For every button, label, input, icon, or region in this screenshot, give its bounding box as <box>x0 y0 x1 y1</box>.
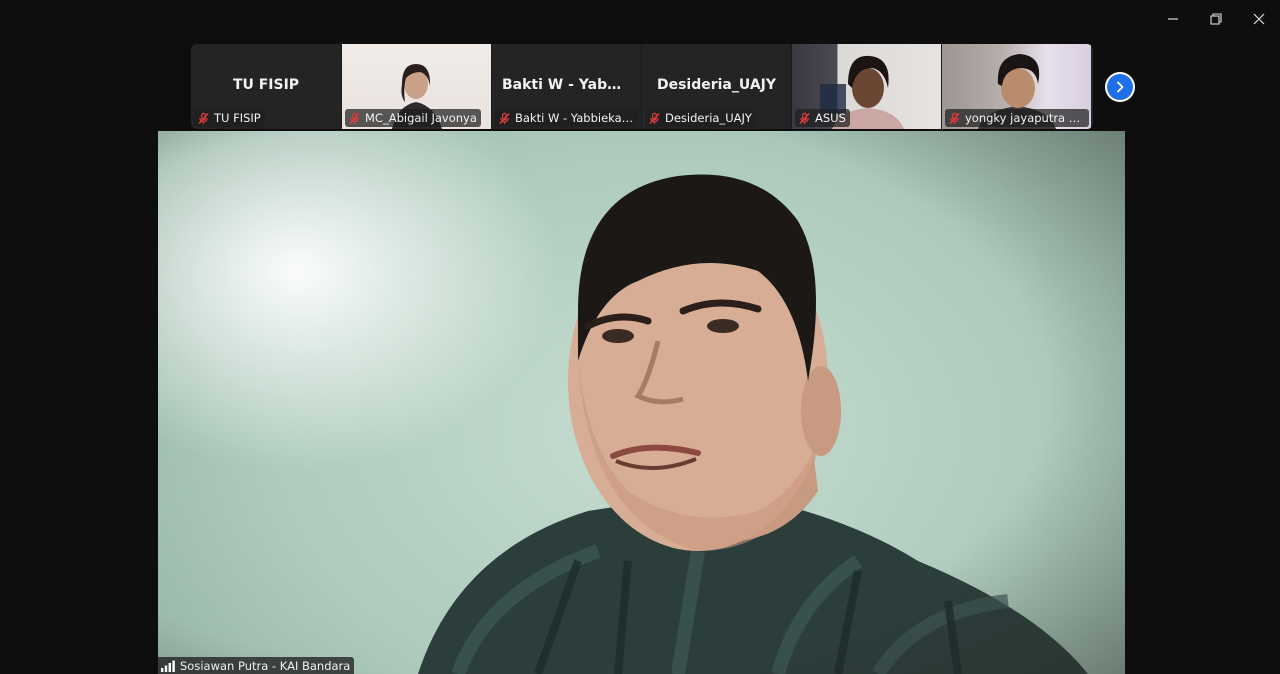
participant-label: yongky jayaputra ma... <box>945 109 1089 127</box>
participant-name: ASUS <box>815 111 846 125</box>
signal-bars-icon <box>161 660 175 672</box>
participant-label: MC_Abigail Javonya <box>345 109 481 127</box>
restore-icon <box>1209 13 1222 25</box>
close-button[interactable] <box>1237 0 1280 38</box>
participant-tile[interactable]: MC_Abigail Javonya <box>341 44 491 129</box>
participant-display-name: TU FISIP <box>232 77 300 93</box>
participant-display-name: Desideria_UAJY <box>656 77 777 93</box>
next-button-inner <box>1107 74 1133 100</box>
participant-label: Bakti W - Yabbiekayu <box>495 109 639 127</box>
participant-tile[interactable]: Bakti W - Yabbi... Bakti W - Yabbiekayu <box>491 44 641 129</box>
participant-name: TU FISIP <box>214 111 261 125</box>
mic-muted-icon <box>649 112 660 124</box>
mic-muted-icon <box>949 112 960 124</box>
participant-tile[interactable]: TU FISIP TU FISIP <box>191 44 341 129</box>
close-icon <box>1253 13 1264 25</box>
next-participants-button[interactable] <box>1105 72 1135 102</box>
mic-muted-icon <box>799 112 810 124</box>
participant-name: yongky jayaputra ma... <box>965 111 1085 125</box>
minimize-icon <box>1167 18 1178 20</box>
participant-tile[interactable]: Desideria_UAJY Desideria_UAJY <box>641 44 791 129</box>
participant-label: TU FISIP <box>194 109 265 127</box>
minimize-button[interactable] <box>1151 0 1194 38</box>
video-vignette <box>158 131 1125 674</box>
participant-name: Bakti W - Yabbiekayu <box>515 111 635 125</box>
participant-label: ASUS <box>795 109 850 127</box>
participant-tile[interactable]: yongky jayaputra ma... <box>941 44 1091 129</box>
participant-tile[interactable]: ASUS <box>791 44 941 129</box>
participant-strip: TU FISIP TU FISIP MC_Abigail Javonya Bak… <box>191 44 1093 129</box>
active-speaker-video[interactable]: Sosiawan Putra - KAI Bandara <box>158 131 1125 674</box>
restore-button[interactable] <box>1194 0 1237 38</box>
participant-display-name: Bakti W - Yabbi... <box>502 77 638 93</box>
mic-muted-icon <box>198 112 209 124</box>
participant-name: Desideria_UAJY <box>665 111 752 125</box>
mic-muted-icon <box>499 112 510 124</box>
participant-label: Desideria_UAJY <box>645 109 756 127</box>
participant-name: MC_Abigail Javonya <box>365 111 477 125</box>
speaker-name: Sosiawan Putra - KAI Bandara <box>180 658 351 673</box>
mic-muted-icon <box>349 112 360 124</box>
chevron-right-icon <box>1117 81 1124 93</box>
window-controls <box>1151 0 1280 38</box>
speaker-label: Sosiawan Putra - KAI Bandara <box>158 657 355 674</box>
